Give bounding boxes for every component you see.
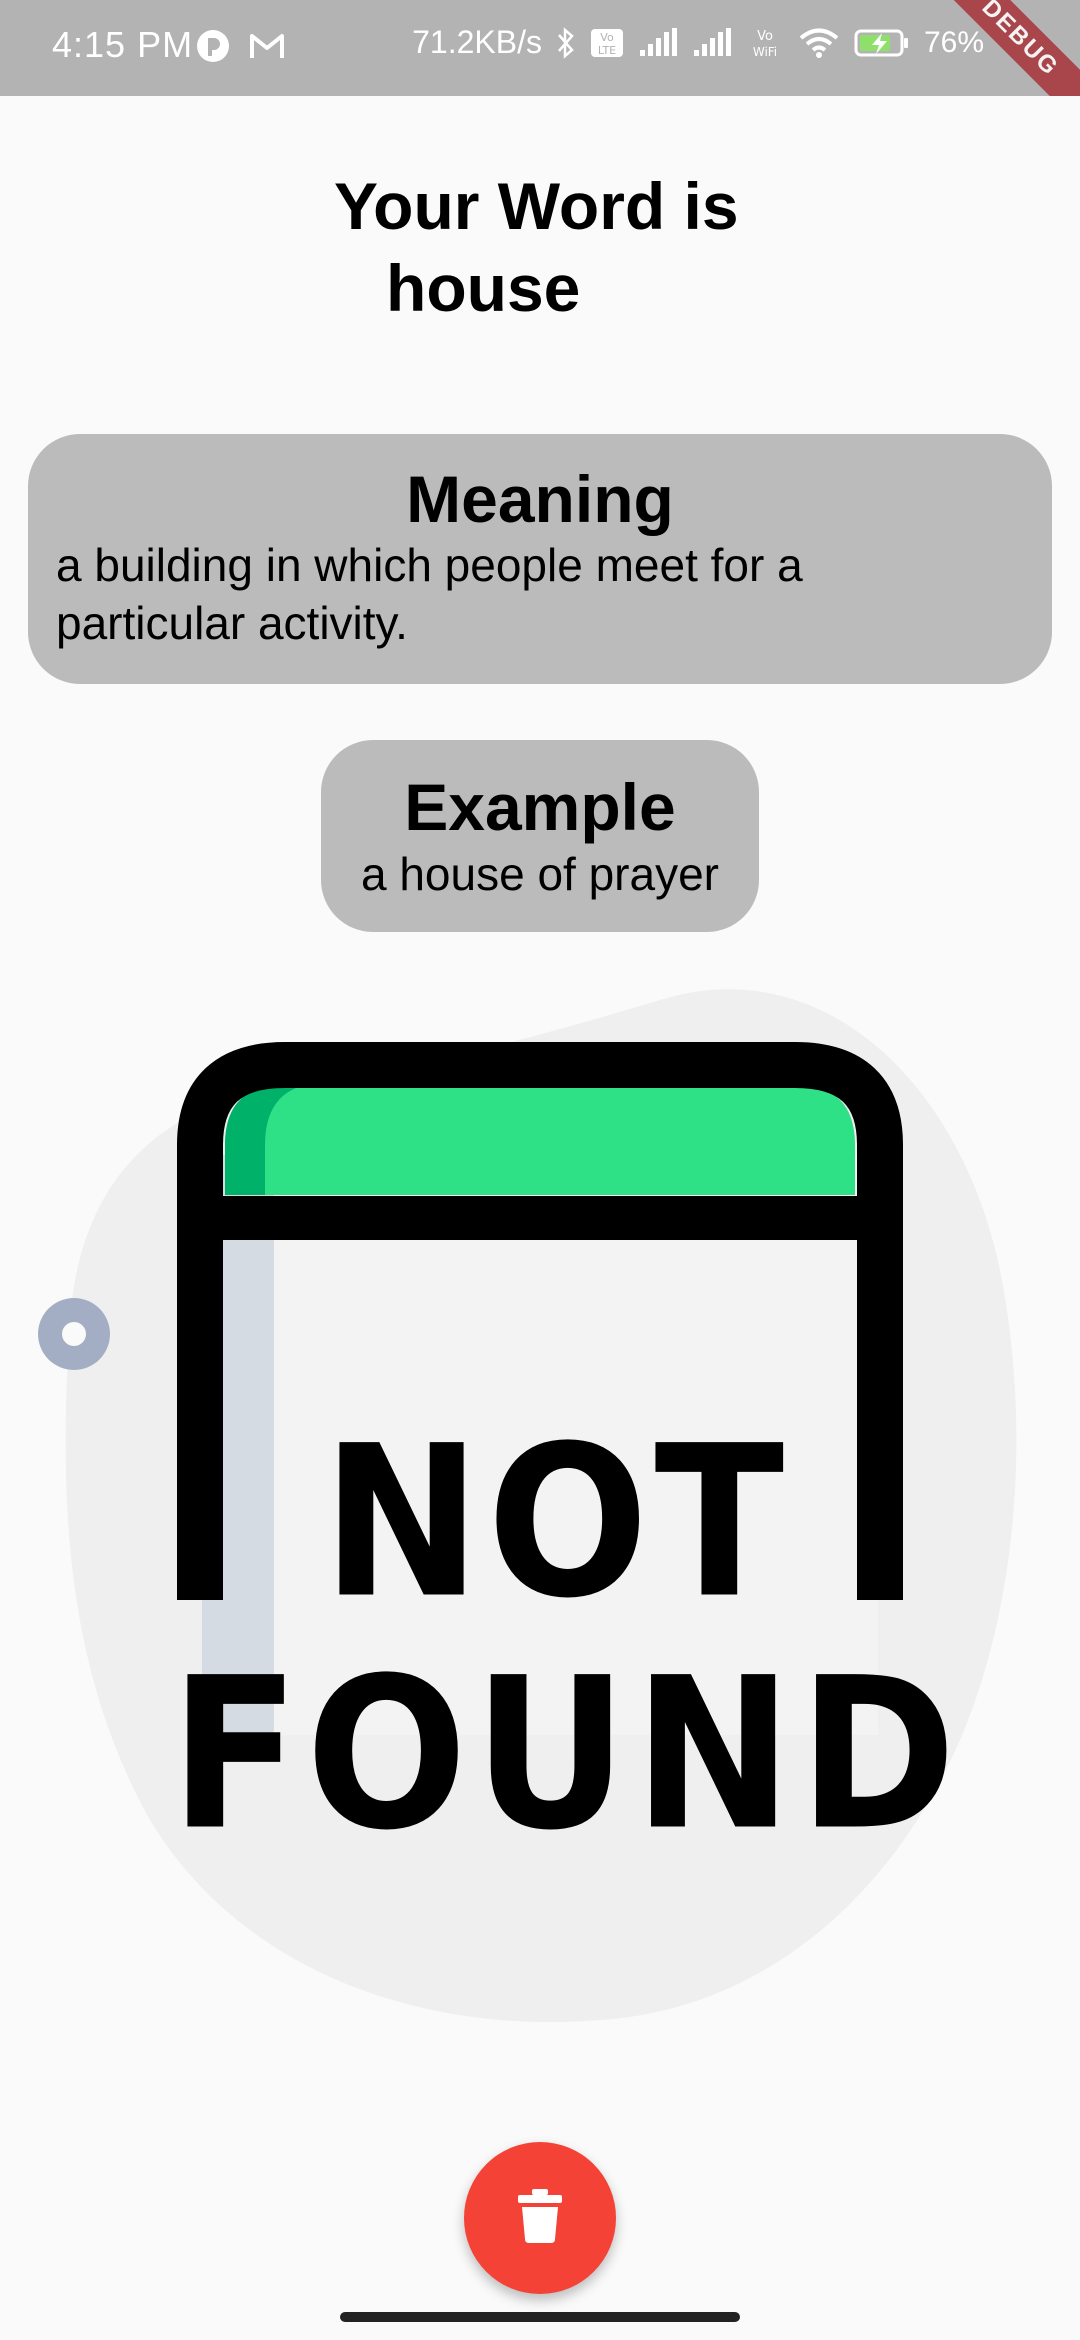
example-text: a house of prayer xyxy=(360,848,719,900)
svg-text:Vo: Vo xyxy=(600,31,614,44)
signal-icon xyxy=(692,27,732,58)
battery-charging-icon xyxy=(854,28,910,58)
word-value: house xyxy=(386,251,581,325)
status-bar: 4:15 PM 71.2KB/s Vo LTE Vo WiFi 76% DEBU… xyxy=(0,0,1080,96)
trash-icon xyxy=(518,2188,562,2248)
vowifi-icon: Vo WiFi xyxy=(746,27,784,59)
status-left-icons xyxy=(195,28,285,69)
wifi-icon xyxy=(798,27,840,59)
example-title: Example xyxy=(404,770,676,844)
app-notification-icon xyxy=(195,28,231,69)
meaning-card: Meaning a building in which people meet … xyxy=(28,434,1052,684)
gmail-icon xyxy=(249,31,285,66)
status-right: 71.2KB/s Vo LTE Vo WiFi 76% xyxy=(412,24,984,61)
bluetooth-icon xyxy=(556,26,576,60)
signal-icon xyxy=(638,27,678,58)
battery-percent: 76% xyxy=(923,25,984,59)
net-speed: 71.2KB/s xyxy=(412,24,542,60)
svg-text:WiFi: WiFi xyxy=(753,45,777,59)
not-found-line2: FOUND xyxy=(170,1632,963,1876)
meaning-text: a building in which people meet for a pa… xyxy=(56,539,803,649)
svg-text:LTE: LTE xyxy=(598,44,616,57)
meaning-title: Meaning xyxy=(406,462,674,536)
delete-button[interactable] xyxy=(464,2142,616,2294)
header-bar xyxy=(225,1085,855,1195)
home-indicator[interactable] xyxy=(340,2312,740,2322)
example-card: Example a house of prayer xyxy=(321,740,759,932)
word-heading-label: Your Word is xyxy=(334,169,739,243)
not-found-illustration: NOT FOUND xyxy=(0,960,1080,2040)
svg-text:Vo: Vo xyxy=(757,29,773,44)
not-found-line1: NOT xyxy=(322,1400,791,1644)
status-time: 4:15 PM xyxy=(52,24,194,65)
volte-icon: Vo LTE xyxy=(590,28,624,58)
